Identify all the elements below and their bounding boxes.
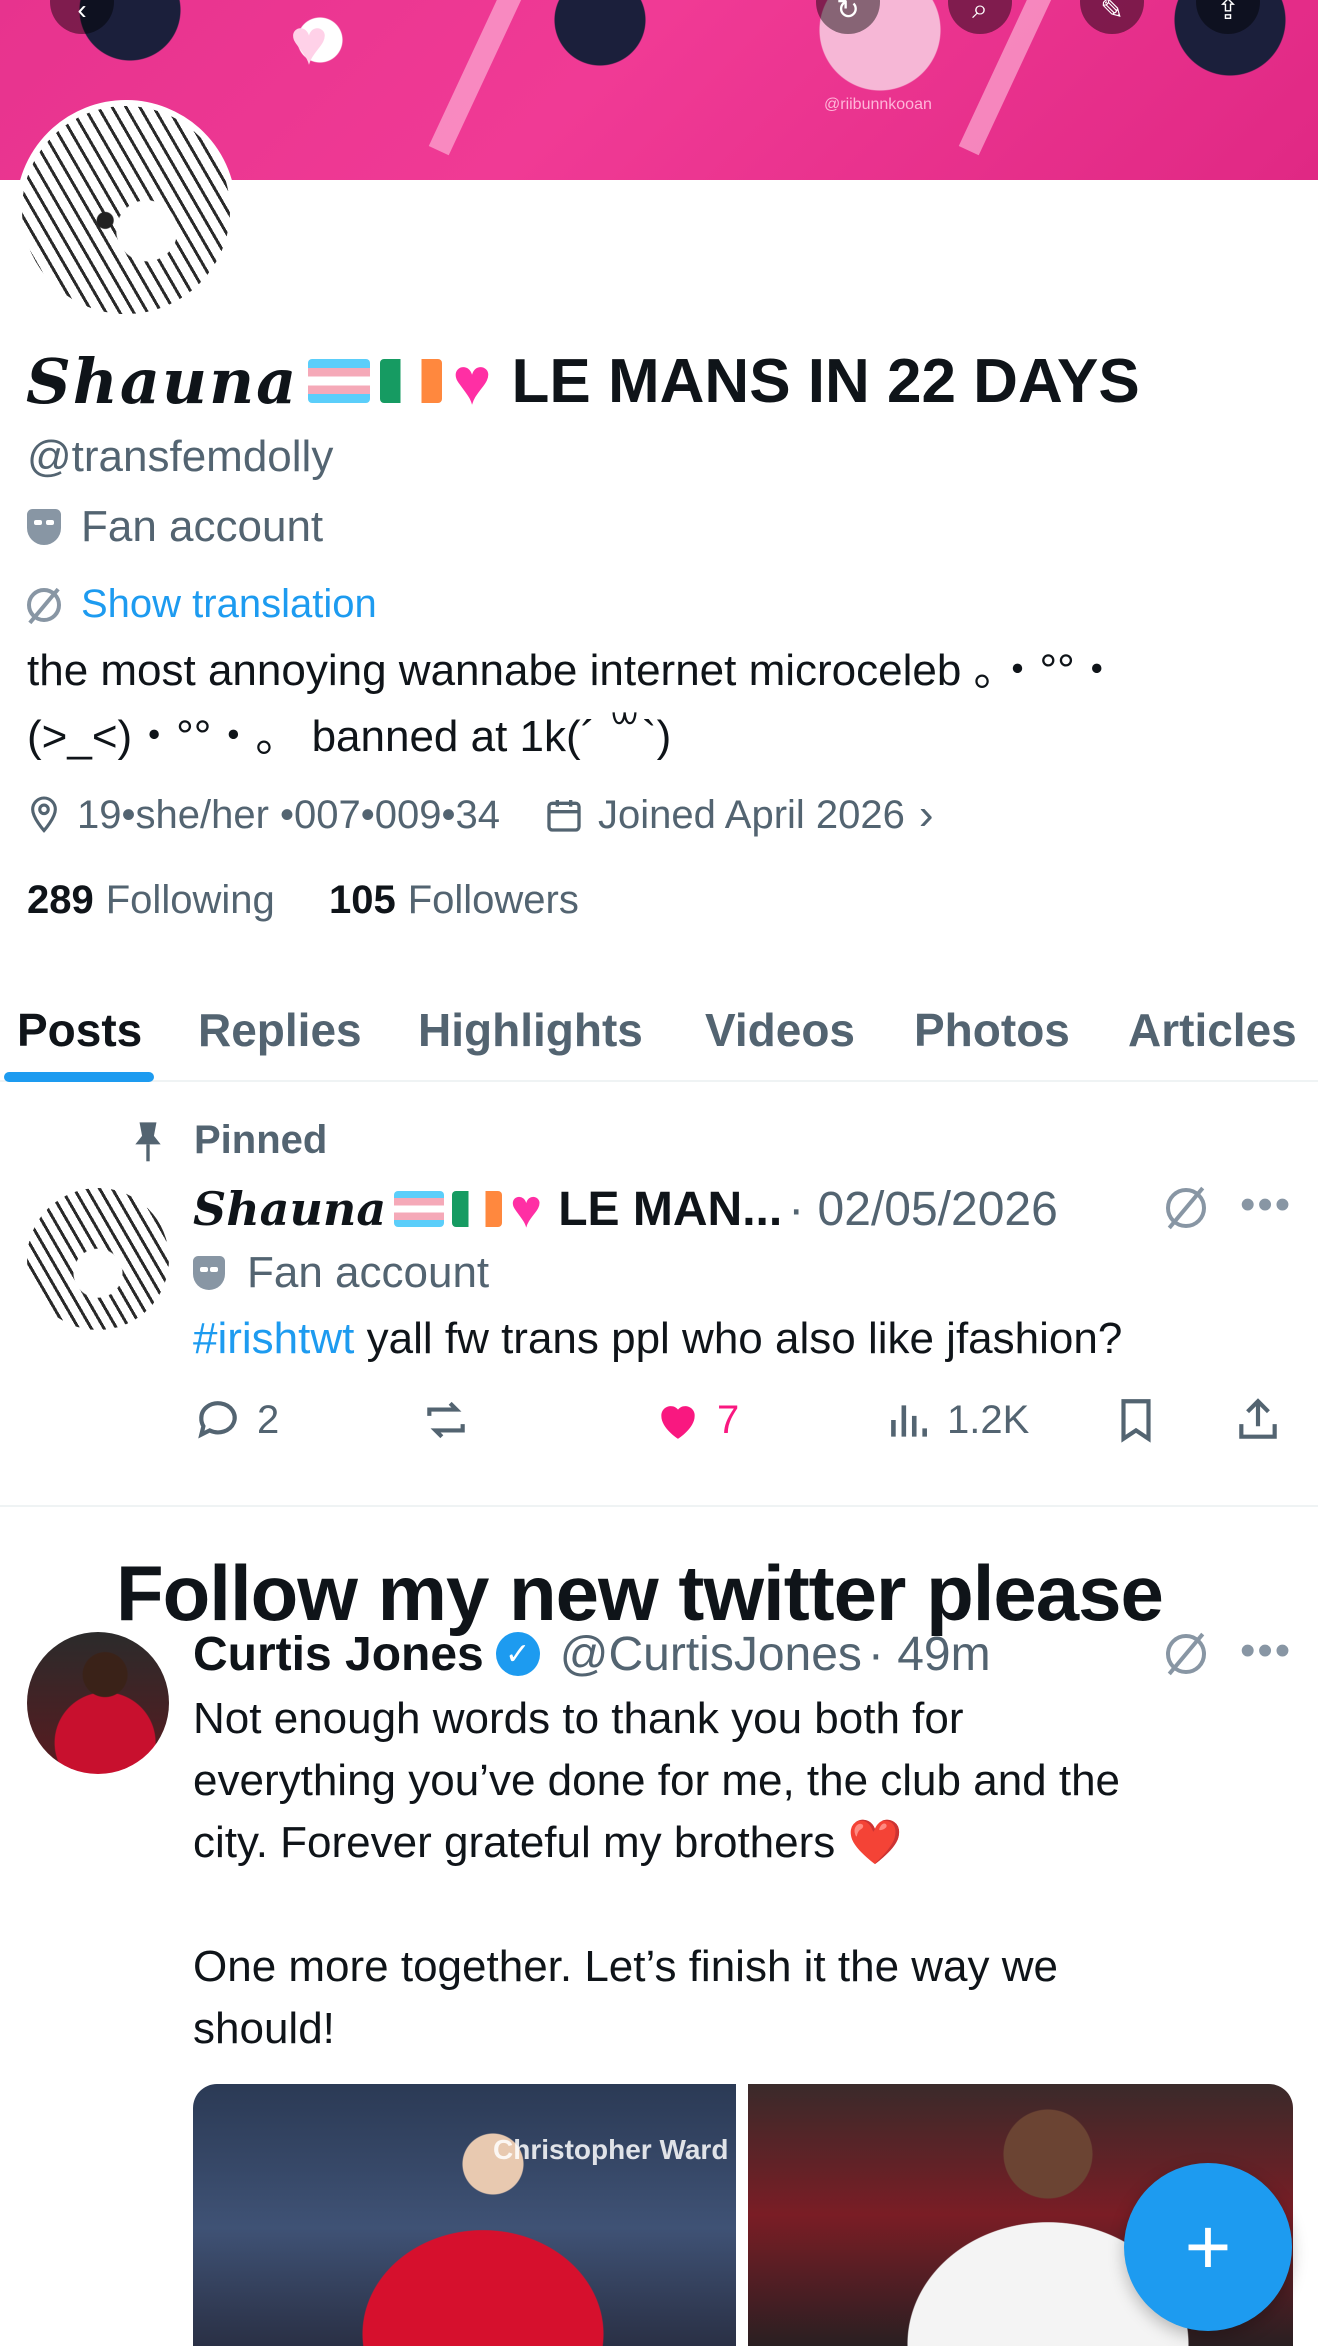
post-avatar[interactable] xyxy=(27,1188,169,1330)
profile-joined[interactable]: Joined April 2026 xyxy=(598,793,905,838)
view-count: 1.2K xyxy=(947,1397,1030,1442)
repost-button[interactable] xyxy=(421,1388,485,1452)
ireland-flag-icon xyxy=(452,1191,503,1227)
post-fan-account-text: Fan account xyxy=(247,1248,490,1297)
post-header: Shauna ♥ LE MAN... · 02/05/2026 xyxy=(193,1176,1058,1242)
curtis-text-line-2: everything you’ve done for me, the club … xyxy=(193,1756,1121,1805)
post-text: #irishtwt yall fw trans ppl who also lik… xyxy=(193,1308,1293,1370)
grok-icon[interactable] xyxy=(1166,1634,1206,1674)
show-translation-link[interactable]: Show translation xyxy=(27,582,377,627)
follow-stats: 289 Following 105 Followers xyxy=(27,878,579,923)
chevron-right-icon[interactable]: › xyxy=(919,790,934,840)
curtis-handle[interactable]: @CurtisJones xyxy=(560,1627,862,1682)
heart-filled-icon xyxy=(661,1406,695,1439)
post-body: yall fw trans ppl who also like jfashion… xyxy=(354,1314,1123,1363)
more-options-icon[interactable]: ••• xyxy=(1240,1180,1292,1230)
bookmark-button[interactable] xyxy=(1111,1388,1175,1452)
post-divider xyxy=(0,1505,1318,1507)
profile-location: 19•she/her •007•009•34 xyxy=(77,792,501,837)
curtis-text-line-3: city. Forever grateful my brothers ❤️ xyxy=(193,1818,903,1867)
curtis-post-text: Not enough words to thank you both for e… xyxy=(193,1688,1293,2060)
share-icon xyxy=(1239,1398,1277,1439)
post-fan-account-label: Fan account xyxy=(193,1248,489,1298)
profile-meta: 19•she/her •007•009•34 Joined April 2026… xyxy=(27,790,934,840)
like-count: 7 xyxy=(717,1397,740,1442)
tab-photos[interactable]: Photos xyxy=(914,980,1070,1080)
bio-line-2: (>_<)・°°・。 banned at 1k(´ ꒳`) xyxy=(27,712,672,761)
curtis-avatar[interactable] xyxy=(27,1632,169,1774)
curtis-post-header: Curtis Jones ✓ @CurtisJones · 49m xyxy=(193,1622,991,1686)
tab-posts[interactable]: Posts xyxy=(17,980,142,1080)
stadium-board-text: Christopher Ward xyxy=(493,2134,729,2165)
plus-icon: + xyxy=(1184,2202,1232,2291)
search-icon: ⌕ xyxy=(972,0,988,24)
translate-globe-icon xyxy=(27,587,61,622)
ireland-flag-icon xyxy=(380,359,443,403)
pinned-indicator: Pinned xyxy=(130,1118,327,1163)
tab-articles[interactable]: Articles xyxy=(1128,980,1297,1080)
pen-icon: ✎ xyxy=(1100,0,1124,25)
pinned-label-text: Pinned xyxy=(194,1118,328,1162)
hashtag-link[interactable]: #irishtwt xyxy=(193,1314,354,1363)
curtis-text-line-1: Not enough words to thank you both for xyxy=(193,1694,964,1743)
curtis-name[interactable]: Curtis Jones xyxy=(193,1627,484,1682)
following-link[interactable]: 289 Following xyxy=(27,878,275,922)
refresh-icon: ↻ xyxy=(836,0,860,25)
following-count: 289 xyxy=(27,878,94,922)
followers-link[interactable]: 105 Followers xyxy=(329,878,579,922)
curtis-text-line-5: should! xyxy=(193,2004,335,2053)
reply-count: 2 xyxy=(257,1397,280,1442)
verified-badge-icon: ✓ xyxy=(495,1632,540,1676)
post-actions: 2 7 1.2K xyxy=(193,1388,1293,1452)
active-tab-indicator xyxy=(4,1072,154,1082)
banner-heart-icon: ♥ xyxy=(290,6,328,78)
theater-mask-icon xyxy=(193,1256,225,1290)
thumbtack-icon xyxy=(135,1121,161,1161)
post-image-1[interactable]: Christopher Ward xyxy=(193,2084,736,2346)
bookmark-icon xyxy=(1121,1399,1151,1443)
post-author-name[interactable]: Shauna xyxy=(193,1182,386,1236)
fan-account-label[interactable]: Fan account xyxy=(27,502,323,552)
reply-button[interactable]: 2 xyxy=(193,1388,279,1452)
profile-bio: the most annoying wannabe internet micro… xyxy=(27,638,1297,770)
post-author-name-tail[interactable]: LE MAN... xyxy=(558,1182,782,1237)
curtis-time[interactable]: · 49m xyxy=(868,1627,991,1682)
back-arrow-icon: ‹ xyxy=(77,0,87,25)
followers-count: 105 xyxy=(328,878,396,922)
tab-highlights[interactable]: Highlights xyxy=(418,980,643,1080)
theater-mask-icon xyxy=(27,509,61,545)
bio-line-1: the most annoying wannabe internet micro… xyxy=(27,646,1119,695)
profile-tabs: Posts Replies Highlights Videos Photos A… xyxy=(0,980,1318,1082)
banner-watermark: @riibunnkooan xyxy=(824,96,932,113)
followers-label: Followers xyxy=(407,878,579,922)
like-button[interactable]: 7 xyxy=(653,1388,739,1452)
pink-heart-icon: ♥ xyxy=(510,1179,543,1239)
grok-icon[interactable] xyxy=(1166,1188,1206,1228)
fan-account-text: Fan account xyxy=(81,502,324,551)
profile-avatar[interactable] xyxy=(16,100,236,320)
repost-icon xyxy=(427,1401,465,1439)
views-button[interactable]: 1.2K xyxy=(883,1388,1029,1452)
display-name-script: Shauna xyxy=(26,344,299,418)
reply-icon xyxy=(198,1401,237,1439)
display-name: Shauna ♥ LE MANS IN 22 DAYS xyxy=(26,343,1140,419)
show-translation-text: Show translation xyxy=(81,582,377,626)
calendar-icon xyxy=(547,800,581,832)
location-pin-icon xyxy=(31,796,57,833)
tab-replies[interactable]: Replies xyxy=(198,980,362,1080)
trans-flag-icon xyxy=(394,1191,445,1227)
pink-heart-icon: ♥ xyxy=(452,344,492,418)
compose-button[interactable]: + xyxy=(1124,2163,1292,2331)
share-post-button[interactable] xyxy=(1233,1388,1297,1452)
views-chart-icon xyxy=(891,1405,927,1437)
more-options-icon[interactable]: ••• xyxy=(1240,1626,1292,1676)
profile-handle: @transfemdolly xyxy=(27,432,334,481)
post-date[interactable]: · 02/05/2026 xyxy=(788,1182,1058,1237)
following-label: Following xyxy=(105,878,275,922)
curtis-text-line-4: One more together. Let’s finish it the w… xyxy=(193,1942,1058,1991)
trans-flag-icon xyxy=(308,359,371,403)
display-name-tail: LE MANS IN 22 DAYS xyxy=(511,346,1140,416)
share-icon: ⇪ xyxy=(1216,0,1240,25)
tab-videos[interactable]: Videos xyxy=(705,980,855,1080)
